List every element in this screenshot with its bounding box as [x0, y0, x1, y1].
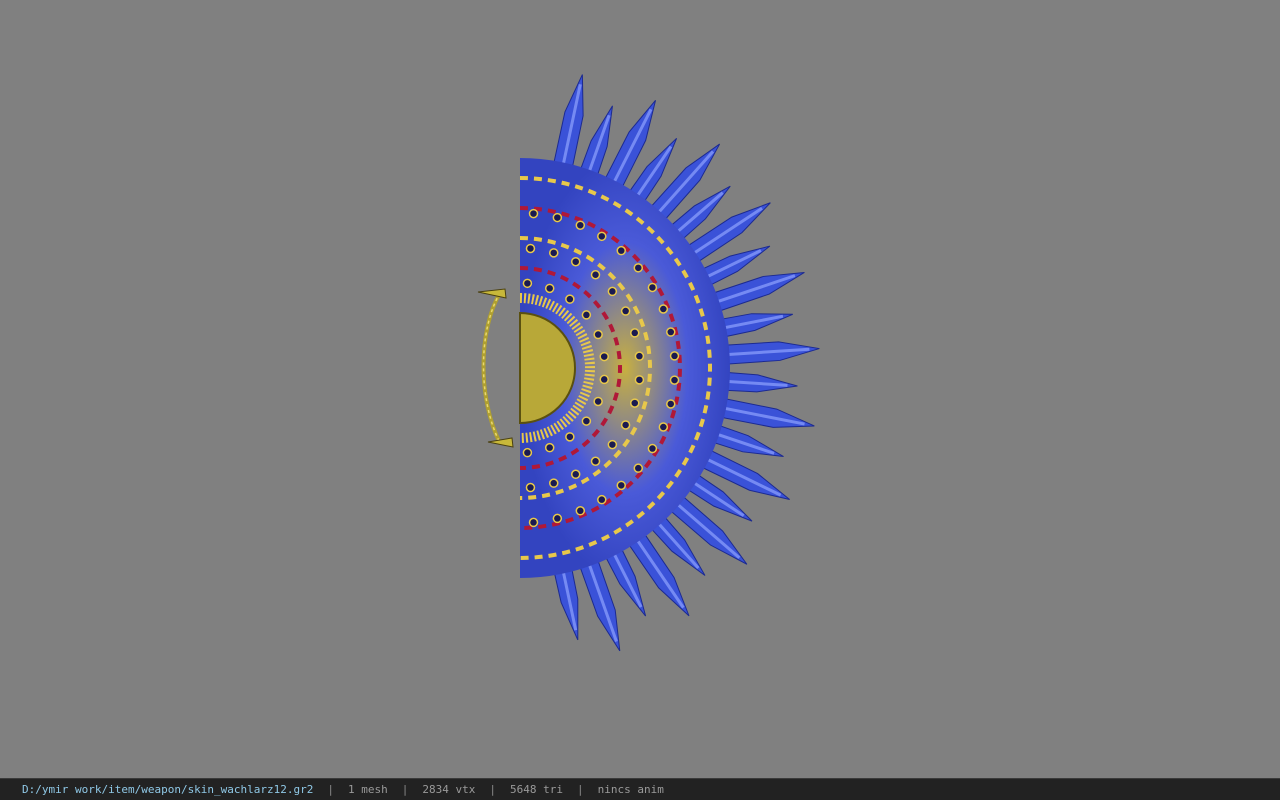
fan-ornament-dot: [590, 269, 601, 280]
fan-ornament-dot: [634, 351, 645, 361]
status-bar: D:/ymir work/item/weapon/skin_wachlarz12…: [0, 778, 1280, 800]
fan-ornament-dot: [544, 283, 555, 294]
fan-ornament-dot: [565, 294, 575, 304]
triangle-count: 5648 tri: [510, 783, 563, 796]
fan-ornament-dot: [581, 310, 592, 320]
fan-ornament-dot: [522, 447, 533, 458]
fan-ornament-dot: [599, 374, 609, 385]
fan-ornament-dot: [666, 327, 676, 337]
fan-ornament-dot: [575, 506, 586, 516]
fan-ornament-dot: [607, 439, 618, 450]
separator: |: [489, 783, 497, 796]
fan-ornament-dot: [593, 396, 603, 407]
fan-ornament-dot: [570, 469, 581, 480]
fan-ornament-dot: [544, 442, 555, 453]
fan-ornament-dot: [599, 351, 609, 362]
fan-ornament-dot: [647, 443, 658, 454]
vertex-count: 2834 vtx: [422, 783, 476, 796]
fan-ornament-dot: [607, 286, 618, 297]
fan-ornament-dot: [525, 243, 536, 254]
fan-ornament-dot: [616, 480, 627, 491]
fan-weapon-model: [477, 74, 820, 652]
fan-ornament-dot: [528, 208, 539, 219]
fan-ornament-dot: [548, 478, 559, 488]
separator: |: [327, 783, 335, 796]
fan-ornament-dot: [597, 494, 607, 505]
fan-ornament-dot: [658, 422, 669, 432]
3d-viewport[interactable]: [0, 0, 1280, 778]
animation-status: nincs anim: [597, 783, 664, 796]
fan-ornament-dot: [525, 482, 536, 493]
fan-ornament-dot: [616, 245, 627, 256]
fan-ornament-dot: [575, 220, 586, 230]
fan-ornament-dot: [570, 256, 581, 267]
fan-ornament-dot: [633, 463, 644, 473]
fan-ornament-dot: [620, 306, 631, 316]
fan-ornament-dot: [633, 263, 644, 273]
fan-ornament-dot: [634, 375, 645, 385]
fan-ornament-dot: [630, 398, 640, 408]
fan-ornament-dot: [620, 420, 631, 430]
fan-ornament-dot: [666, 399, 676, 409]
separator: |: [577, 783, 584, 796]
separator: |: [401, 783, 409, 796]
file-path: D:/ymir work/item/weapon/skin_wachlarz12…: [22, 783, 314, 796]
fan-ornament-dot: [581, 416, 592, 426]
fan-ornament-dot: [597, 231, 607, 242]
fan-ornament-dot: [590, 456, 601, 467]
fan-ornament-dot: [630, 328, 640, 338]
fan-ornament-dot: [552, 513, 563, 524]
fan-ornament-dot: [565, 432, 575, 442]
fan-ornament-dot: [548, 248, 559, 258]
fan-ornament-dot: [669, 375, 680, 385]
fan-ornament-dot: [647, 282, 658, 293]
fan-ornament-dot: [669, 351, 680, 361]
fan-ornament-dot: [658, 304, 669, 314]
fan-ornament-dot: [522, 278, 533, 289]
fan-ornament-dot: [528, 517, 539, 528]
fan-ornament-dot: [552, 212, 563, 223]
mesh-count: 1 mesh: [348, 783, 388, 796]
fan-handle: [477, 288, 514, 448]
fan-ornament-dot: [593, 329, 603, 340]
